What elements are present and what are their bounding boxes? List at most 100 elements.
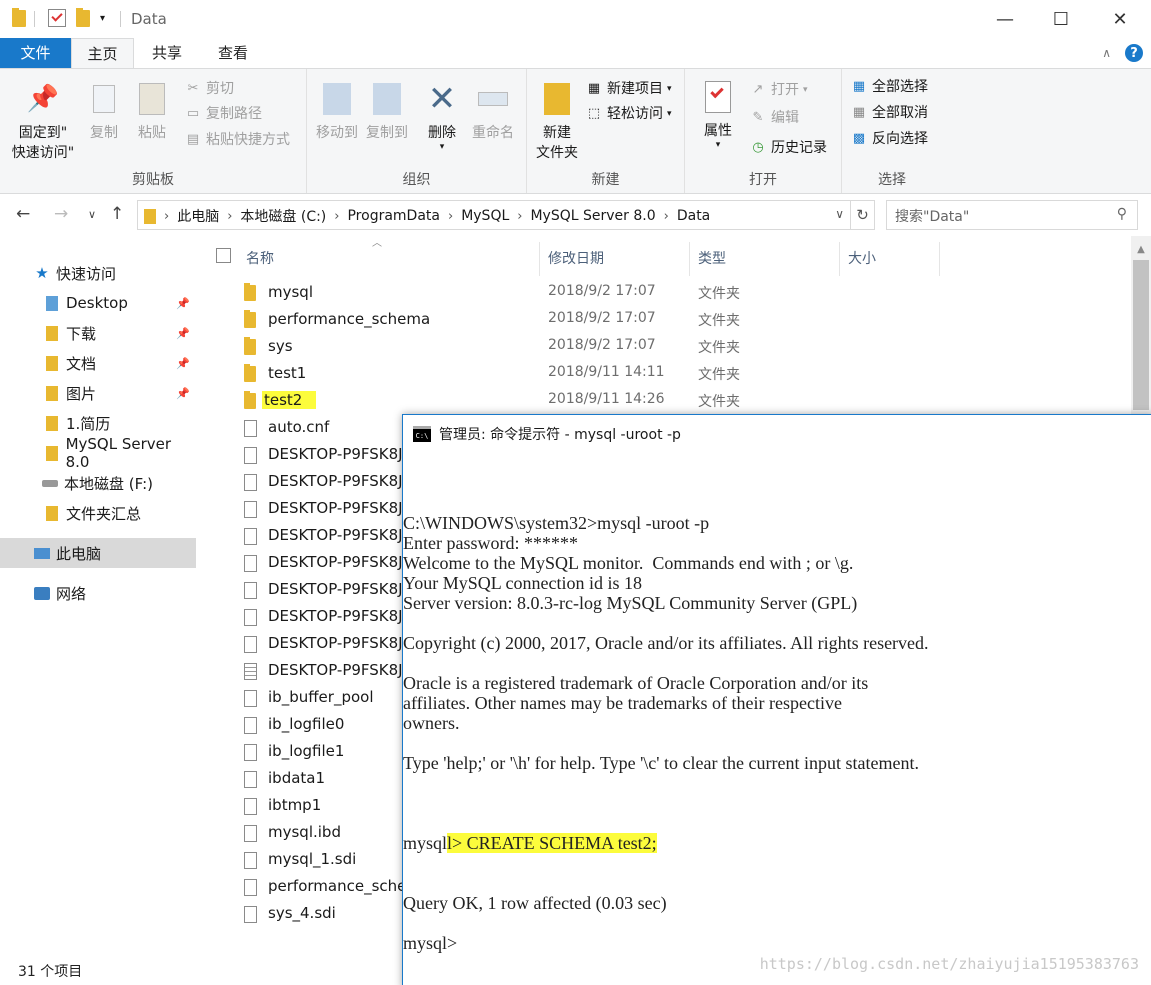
- command-prompt-icon: C:\: [413, 426, 431, 442]
- console-line: Type 'help;' or '\h' for help. Type '\c'…: [403, 753, 919, 773]
- refresh-icon[interactable]: ↻: [851, 200, 875, 230]
- move-to-button[interactable]: 移动到: [311, 81, 363, 143]
- chevron-right-icon[interactable]: ›: [517, 209, 522, 224]
- chevron-right-icon[interactable]: ›: [164, 209, 169, 224]
- copy-to-button[interactable]: 复制到: [361, 81, 413, 143]
- select-all-button[interactable]: ▦ 全部选择: [850, 75, 928, 99]
- file-row[interactable]: test1 2018/9/11 14:11 文件夹: [240, 361, 1100, 388]
- help-icon[interactable]: ?: [1125, 44, 1143, 62]
- download-folder-icon: [44, 325, 60, 341]
- file-type: 文件夹: [698, 286, 740, 302]
- drive-icon: [42, 475, 58, 491]
- file-name: mysql_1.sdi: [268, 850, 357, 868]
- breadcrumb-local-disk[interactable]: 本地磁盘 (C:): [240, 206, 326, 226]
- tab-share[interactable]: 共享: [134, 38, 200, 68]
- chevron-right-icon[interactable]: ›: [664, 209, 669, 224]
- new-item-button[interactable]: ▦ 新建项目 ▾: [585, 77, 672, 101]
- maximize-button[interactable]: ☐: [1033, 0, 1089, 38]
- sidebar-item-quick-access[interactable]: ★ 快速访问: [0, 258, 196, 288]
- forward-arrow-icon[interactable]: →: [54, 204, 68, 224]
- sidebar-item-mysql-server[interactable]: MySQL Server 8.0: [0, 435, 196, 471]
- breadcrumb-data[interactable]: Data: [677, 208, 710, 224]
- recent-locations-icon[interactable]: ∨: [88, 208, 96, 221]
- file-name: DESKTOP-P9FSK8J: [268, 607, 403, 625]
- address-bar[interactable]: › 此电脑 › 本地磁盘 (C:) › ProgramData › MySQL …: [137, 200, 851, 230]
- clipboard-group: 📌 固定到" 快速访问" 复制 粘贴 ✂ 剪切 ▭ 复制路径 ▤ 粘贴快捷方式 剪贴板: [0, 69, 307, 193]
- minimize-button[interactable]: —: [977, 0, 1033, 38]
- sidebar-item-pictures[interactable]: 图片 📌: [0, 378, 196, 408]
- new-folder-button[interactable]: 新建 文件夹: [531, 81, 583, 163]
- new-folder-icon[interactable]: [76, 8, 90, 27]
- invert-selection-button[interactable]: ▩ 反向选择: [850, 127, 928, 151]
- chevron-right-icon[interactable]: ›: [448, 209, 453, 224]
- console-line: C:\WINDOWS\system32>mysql -uroot -p: [403, 513, 710, 533]
- file-icon: [244, 717, 257, 734]
- file-row[interactable]: performance_schema 2018/9/2 17:07 文件夹: [240, 307, 1100, 334]
- copy-path-button[interactable]: ▭ 复制路径: [184, 102, 262, 126]
- cut-button[interactable]: ✂ 剪切: [184, 77, 234, 101]
- sidebar-item-network[interactable]: 网络: [0, 578, 196, 608]
- tab-view[interactable]: 查看: [200, 38, 266, 68]
- sidebar-item-documents[interactable]: 文档 📌: [0, 348, 196, 378]
- rename-button[interactable]: 重命名: [467, 81, 519, 143]
- breadcrumb-programdata[interactable]: ProgramData: [347, 208, 440, 224]
- sidebar-item-drive-f[interactable]: 本地磁盘 (F:): [0, 468, 196, 498]
- file-name: ib_buffer_pool: [268, 688, 374, 706]
- sidebar-item-downloads[interactable]: 下载 📌: [0, 318, 196, 348]
- customize-toolbar-icon[interactable]: ▾: [100, 13, 105, 24]
- folder-icon: [144, 208, 156, 224]
- sidebar-item-resume[interactable]: 1.简历: [0, 408, 196, 438]
- tab-home[interactable]: 主页: [71, 38, 134, 68]
- pin-icon[interactable]: 📌: [176, 357, 190, 370]
- chevron-right-icon[interactable]: ›: [334, 209, 339, 224]
- file-date: 2018/9/2 17:07: [548, 337, 656, 353]
- chevron-right-icon[interactable]: ›: [227, 209, 232, 224]
- pin-icon[interactable]: 📌: [176, 387, 190, 400]
- console-line: Server version: 8.0.3-rc-log MySQL Commu…: [403, 593, 858, 613]
- pin-icon[interactable]: 📌: [176, 327, 190, 340]
- select-none-button[interactable]: ▦ 全部取消: [850, 101, 928, 125]
- back-arrow-icon[interactable]: ←: [16, 204, 30, 224]
- properties-button[interactable]: 属性 ▾: [697, 79, 739, 150]
- breadcrumb-this-pc[interactable]: 此电脑: [177, 206, 219, 226]
- pin-quick-access-button[interactable]: 📌 固定到" 快速访问": [6, 81, 80, 163]
- scroll-up-icon[interactable]: ▲: [1131, 244, 1151, 255]
- open-button[interactable]: ↗ 打开 ▾: [749, 78, 808, 102]
- delete-button[interactable]: ✕ 删除 ▾: [419, 81, 465, 152]
- collapse-ribbon-icon[interactable]: ∧: [1102, 46, 1111, 60]
- console-line: Oracle is a registered trademark of Orac…: [403, 673, 869, 693]
- column-header-date[interactable]: 修改日期: [540, 242, 690, 276]
- paste-button[interactable]: 粘贴: [132, 81, 172, 143]
- history-icon: ◷: [752, 140, 764, 155]
- paste-shortcut-button[interactable]: ▤ 粘贴快捷方式: [184, 128, 290, 152]
- console-output[interactable]: C:\WINDOWS\system32>mysql -uroot -p Enter…: [403, 473, 1151, 985]
- tab-file[interactable]: 文件: [0, 38, 71, 68]
- scrollbar-thumb[interactable]: [1133, 260, 1149, 410]
- sidebar-item-folder-summary[interactable]: 文件夹汇总: [0, 498, 196, 528]
- file-row[interactable]: mysql 2018/9/2 17:07 文件夹: [240, 280, 1100, 307]
- file-date: 2018/9/2 17:07: [548, 283, 656, 299]
- chevron-down-icon[interactable]: ∨: [835, 207, 844, 221]
- column-header-name[interactable]: 名称: [238, 242, 540, 276]
- file-row[interactable]: sys 2018/9/2 17:07 文件夹: [240, 334, 1100, 361]
- command-prompt-window[interactable]: C:\ 管理员: 命令提示符 - mysql -uroot -p C:\WIND…: [402, 414, 1151, 985]
- file-row[interactable]: test2 2018/9/11 14:26 文件夹: [240, 388, 1100, 415]
- select-all-checkbox[interactable]: [216, 248, 231, 263]
- column-header-type[interactable]: 类型: [690, 242, 840, 276]
- pin-icon[interactable]: 📌: [176, 297, 190, 310]
- breadcrumb-mysql-server[interactable]: MySQL Server 8.0: [530, 208, 655, 224]
- history-button[interactable]: ◷ 历史记录: [749, 136, 827, 160]
- close-button[interactable]: ✕: [1092, 0, 1148, 38]
- properties-icon[interactable]: [48, 9, 66, 27]
- column-header-size[interactable]: 大小: [840, 242, 940, 276]
- sidebar-item-this-pc[interactable]: 此电脑: [0, 538, 196, 568]
- breadcrumb-mysql[interactable]: MySQL: [461, 208, 509, 224]
- up-arrow-icon[interactable]: ↑: [110, 204, 124, 224]
- edit-button[interactable]: ✎ 编辑: [749, 106, 799, 130]
- search-input[interactable]: 搜索"Data" ⚲: [886, 200, 1138, 230]
- sidebar-item-desktop[interactable]: Desktop 📌: [0, 288, 196, 318]
- easy-access-button[interactable]: ⬚ 轻松访问 ▾: [585, 102, 672, 126]
- copy-button[interactable]: 复制: [84, 81, 124, 143]
